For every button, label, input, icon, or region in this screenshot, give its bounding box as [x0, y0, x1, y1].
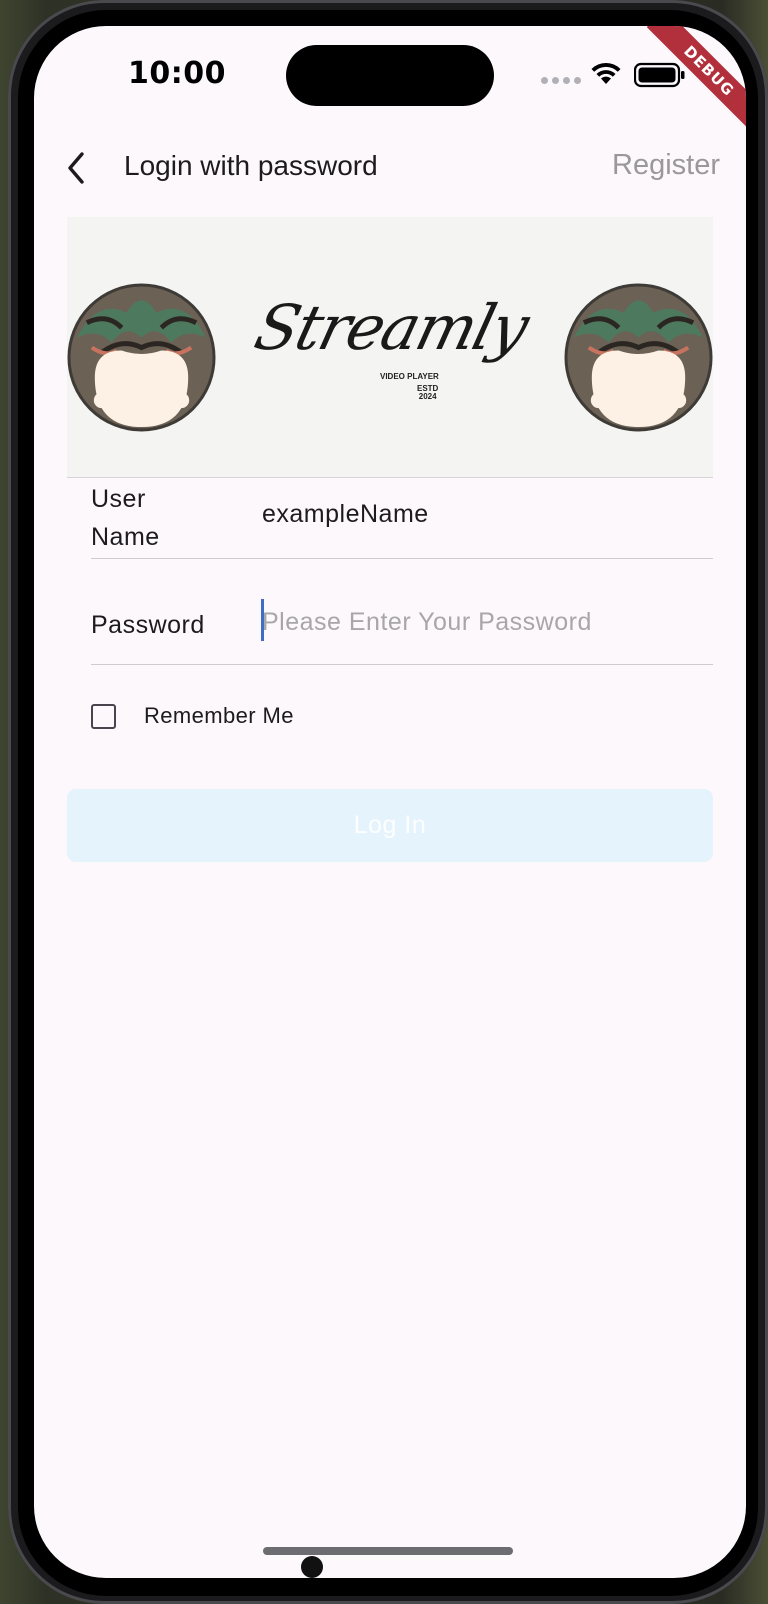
- app-bar: Login with password Register: [34, 138, 746, 198]
- text-cursor: [261, 599, 264, 641]
- mascot-avatar-image: [564, 283, 713, 432]
- mascot-avatar-image: [67, 283, 216, 432]
- dynamic-island: [286, 45, 494, 106]
- logo-wordmark: Streamly: [247, 291, 535, 364]
- username-field[interactable]: exampleName: [262, 500, 429, 529]
- username-row: User Name exampleName: [91, 478, 713, 559]
- cellular-signal-icon: [541, 77, 581, 84]
- username-label: User Name: [91, 485, 160, 551]
- brand-banner: Streamly VIDEO PLAYER ESTD 2024: [67, 217, 713, 478]
- wifi-icon: [591, 62, 621, 84]
- remember-me-checkbox[interactable]: [91, 703, 116, 729]
- password-row: Password: [91, 584, 713, 665]
- status-time: 10:00: [128, 56, 226, 91]
- logo-established: ESTD 2024: [417, 384, 439, 401]
- password-field[interactable]: [262, 600, 702, 644]
- phone-screen: 10:00 DEBUG Login with password Register: [34, 26, 746, 1578]
- login-button[interactable]: Log In: [67, 789, 713, 862]
- streamly-logo: Streamly VIDEO PLAYER ESTD 2024: [248, 291, 535, 411]
- logo-subtitle: VIDEO PLAYER: [380, 372, 439, 381]
- chevron-left-icon[interactable]: [62, 148, 92, 188]
- home-indicator[interactable]: [263, 1547, 513, 1555]
- remember-me-toggle[interactable]: Remember Me: [91, 698, 294, 734]
- assistive-touch-dot: [301, 1556, 323, 1578]
- password-label: Password: [91, 611, 205, 639]
- remember-me-label: Remember Me: [144, 703, 294, 728]
- page-title: Login with password: [124, 150, 378, 181]
- battery-icon: [634, 62, 685, 88]
- register-button[interactable]: Register: [612, 149, 720, 182]
